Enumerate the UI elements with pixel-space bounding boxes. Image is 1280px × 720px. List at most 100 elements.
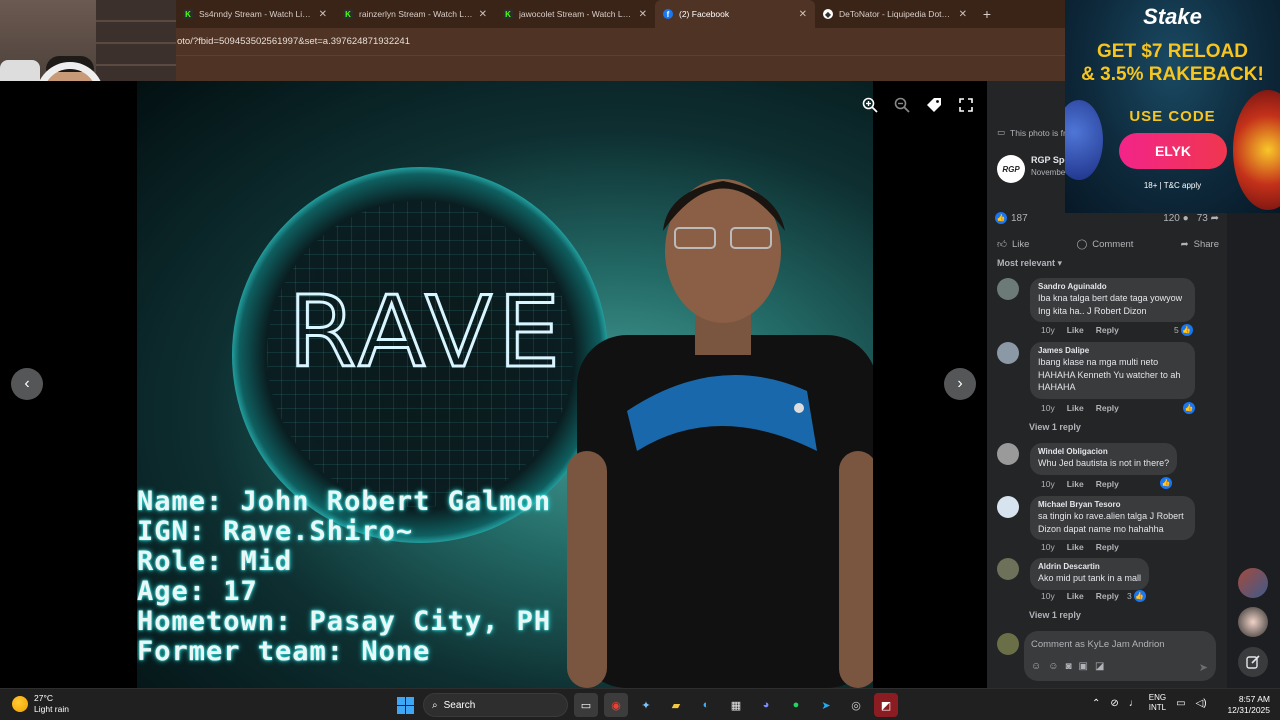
volume-icon[interactable]: ◁): [1196, 698, 1207, 709]
close-icon[interactable]: ✕: [479, 9, 487, 20]
avatar[interactable]: [997, 443, 1019, 465]
chrome-icon[interactable]: ◉: [604, 693, 628, 717]
tab-facebook[interactable]: f (2) Facebook ✕: [655, 0, 815, 28]
shares-count[interactable]: 73 ➦: [1197, 213, 1219, 224]
next-photo-button[interactable]: ›: [944, 368, 976, 400]
group-chat-avatar[interactable]: [1238, 568, 1268, 598]
comment-reply-button[interactable]: Reply: [1096, 591, 1119, 601]
comment-reply-button[interactable]: Reply: [1096, 479, 1119, 489]
commenter-name[interactable]: Sandro Aguinaldo: [1038, 282, 1187, 291]
language-indicator[interactable]: ENG INTL: [1149, 693, 1166, 713]
close-icon[interactable]: ✕: [319, 9, 327, 20]
send-icon[interactable]: ➤: [1199, 661, 1208, 674]
copilot-icon[interactable]: ✦: [634, 693, 658, 717]
comment-time[interactable]: 10y: [1041, 542, 1055, 552]
photo-viewer: RAVE Name: John Robert Galmon IGN: Rave.…: [0, 81, 987, 688]
url-text: oto/?fbid=509453502561997&set=a.39762487…: [177, 36, 410, 47]
red-app-icon[interactable]: ◩: [874, 693, 898, 717]
display-icon[interactable]: ▭: [1176, 698, 1185, 709]
comment-like-button[interactable]: Like: [1067, 403, 1084, 413]
tab-rainzerlyn[interactable]: K rainzerlyn Stream - Watch Live ✕: [335, 0, 495, 28]
sticker-icon[interactable]: ◪: [1095, 661, 1104, 672]
task-view-icon[interactable]: ▭: [574, 693, 598, 717]
avatar: [997, 633, 1019, 655]
address-bar[interactable]: oto/?fbid=509453502561997&set=a.39762487…: [175, 28, 1065, 55]
like-reaction-icon: 👍: [1133, 590, 1146, 602]
comment-like-button[interactable]: Like: [1067, 479, 1084, 489]
chat-avatar[interactable]: [1238, 607, 1268, 637]
avatar[interactable]: [997, 342, 1019, 364]
share-button[interactable]: ➦ Share: [1181, 233, 1219, 255]
avatar[interactable]: [997, 496, 1019, 518]
new-message-button[interactable]: [1238, 647, 1268, 677]
view-replies-link[interactable]: View 1 reply: [1029, 422, 1081, 432]
fullscreen-icon[interactable]: [954, 93, 978, 117]
tab-jawocolet[interactable]: K jawocolet Stream - Watch Live ✕: [495, 0, 655, 28]
reaction-count[interactable]: 5 👍: [1174, 324, 1197, 336]
page-avatar[interactable]: RGP: [997, 155, 1025, 183]
comment-time[interactable]: 10y: [1041, 591, 1055, 601]
emoji-icon[interactable]: ☺: [1048, 661, 1058, 672]
comment-like-button[interactable]: Like: [1067, 325, 1084, 335]
reaction-count[interactable]: 3 👍: [1127, 590, 1150, 602]
telegram-icon[interactable]: ➤: [814, 693, 838, 717]
close-icon[interactable]: ✕: [639, 9, 647, 20]
windows-start-icon[interactable]: [393, 693, 417, 717]
gif-icon[interactable]: ▣: [1078, 661, 1087, 672]
discord-icon[interactable]: ◕: [754, 693, 778, 717]
post-photo: RAVE Name: John Robert Galmon IGN: Rave.…: [137, 81, 873, 688]
steam-icon[interactable]: ◎: [844, 693, 868, 717]
zoom-out-icon[interactable]: [890, 93, 914, 117]
commenter-name[interactable]: Aldrin Descartin: [1038, 562, 1141, 571]
avatar[interactable]: [997, 278, 1019, 300]
reaction-count[interactable]: 👍: [1183, 402, 1199, 414]
tab-ss4nndy[interactable]: K Ss4nndy Stream - Watch Live o ✕: [175, 0, 335, 28]
microphone-icon[interactable]: ♩: [1129, 698, 1139, 709]
comment-time[interactable]: 10y: [1041, 403, 1055, 413]
caption-ign: IGN: Rave.Shiro~: [137, 516, 414, 547]
taskbar-search[interactable]: ⌕ Search: [423, 693, 568, 717]
comment-sort-dropdown[interactable]: Most relevant ▾: [997, 258, 1062, 269]
comment-reply-button[interactable]: Reply: [1096, 403, 1119, 413]
comment-button[interactable]: ◯ Comment: [1077, 233, 1134, 255]
comment-reply-button[interactable]: Reply: [1096, 542, 1119, 552]
new-tab-button[interactable]: +: [975, 0, 999, 28]
likes-count[interactable]: 187: [1011, 213, 1028, 224]
comment-reply-button[interactable]: Reply: [1096, 325, 1119, 335]
spotify-icon[interactable]: ●: [784, 693, 808, 717]
avatar[interactable]: [997, 558, 1019, 580]
comments-count[interactable]: 120 ●: [1163, 213, 1189, 224]
commenter-name[interactable]: James Dalipe: [1038, 346, 1187, 355]
use-code-label: USE CODE: [1129, 108, 1216, 125]
close-icon[interactable]: ✕: [959, 9, 967, 20]
tag-icon[interactable]: [922, 93, 946, 117]
comment-like-button[interactable]: Like: [1067, 591, 1084, 601]
comment-time[interactable]: 10y: [1041, 325, 1055, 335]
close-icon[interactable]: ✕: [799, 9, 807, 20]
network-off-icon[interactable]: ⊘: [1110, 698, 1118, 709]
view-replies-link[interactable]: View 1 reply: [1029, 610, 1081, 620]
avatar-sticker-icon[interactable]: ☺: [1031, 661, 1041, 672]
player-info-caption: Name: John Robert Galmon IGN: Rave.Shiro…: [137, 487, 551, 667]
tab-title: rainzerlyn Stream - Watch Live: [359, 9, 473, 19]
tab-liquipedia[interactable]: ◆ DeToNator - Liquipedia Dota 2 ✕: [815, 0, 975, 28]
weather-widget[interactable]: 27°C Light rain: [12, 693, 69, 715]
zoom-in-icon[interactable]: [858, 93, 882, 117]
comment-text: Ibang klase na mga multi neto HAHAHA Ken…: [1038, 357, 1181, 392]
like-button[interactable]: 👍︎ Like: [997, 233, 1029, 255]
edge-icon[interactable]: ◐: [694, 693, 718, 717]
chevron-up-icon[interactable]: ⌃: [1092, 698, 1100, 709]
camera-icon[interactable]: ◙: [1065, 661, 1071, 672]
comment-item: Michael Bryan Tesoro sa tingin ko rave.a…: [997, 496, 1212, 556]
file-explorer-icon[interactable]: ▰: [664, 693, 688, 717]
previous-photo-button[interactable]: ‹: [11, 368, 43, 400]
comment-time[interactable]: 10y: [1041, 479, 1055, 489]
store-icon[interactable]: ▦: [724, 693, 748, 717]
clock[interactable]: 8:57 AM 12/31/2025: [1222, 694, 1270, 716]
kick-icon: K: [183, 9, 193, 19]
commenter-name[interactable]: Michael Bryan Tesoro: [1038, 500, 1187, 509]
comment-input[interactable]: Comment as KyLe Jam Andrion ☺ ☺ ◙ ▣ ◪ ➤: [1024, 631, 1216, 681]
commenter-name[interactable]: Windel Obligacion: [1038, 447, 1169, 456]
reaction-count[interactable]: 👍: [1160, 477, 1176, 489]
comment-like-button[interactable]: Like: [1067, 542, 1084, 552]
